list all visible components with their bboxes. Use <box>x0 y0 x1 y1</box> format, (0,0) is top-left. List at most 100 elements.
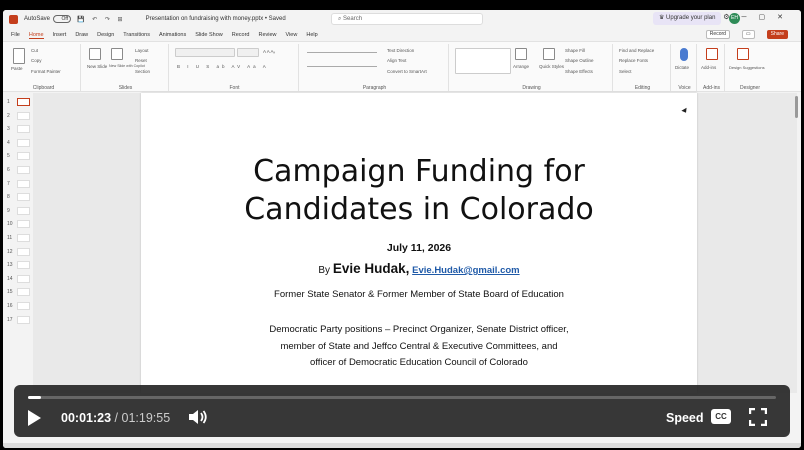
slide-thumbnail[interactable]: 3 <box>7 124 31 136</box>
upgrade-plan-button[interactable]: ♛ Upgrade your plan <box>653 12 722 25</box>
dictate-button[interactable]: Dictate <box>675 65 689 70</box>
slide-thumbnail[interactable]: 2 <box>7 111 31 123</box>
slide-thumbnail[interactable]: 13 <box>7 260 31 272</box>
font-name-select[interactable] <box>175 48 235 57</box>
tab-slide-show[interactable]: Slide Show <box>195 32 223 38</box>
text-direction-button[interactable]: Text Direction <box>387 48 414 53</box>
design-suggestions-button[interactable]: Design Suggestions <box>729 65 765 70</box>
slide-number: 3 <box>7 126 10 133</box>
list-buttons[interactable] <box>307 52 377 53</box>
slide-thumbnail-panel: 1 2 3 4 5 6 7 8 9 10 11 12 13 14 15 16 17 <box>3 93 33 393</box>
tab-file[interactable]: File <box>11 32 20 38</box>
slide-thumbnail[interactable]: 14 <box>7 274 31 286</box>
slide-thumbnail[interactable]: 1 <box>7 97 31 109</box>
addins-icon[interactable] <box>706 48 718 60</box>
vertical-scrollbar[interactable] <box>795 96 798 118</box>
tab-home[interactable]: Home <box>28 32 44 39</box>
shape-fill-button[interactable]: Shape Fill <box>565 48 585 53</box>
slide-title[interactable]: Campaign Funding for Candidates in Color… <box>141 153 697 229</box>
copilot-slide-icon[interactable] <box>111 48 123 60</box>
cut-button[interactable]: Cut <box>31 48 38 53</box>
slide-thumbnail[interactable]: 6 <box>7 165 31 177</box>
slide-thumbnail[interactable]: 7 <box>7 179 31 191</box>
author-description[interactable]: Democratic Party positions – Precinct Or… <box>141 322 697 372</box>
autosave-toggle[interactable]: Off <box>53 15 72 23</box>
align-buttons[interactable] <box>307 66 377 67</box>
tab-review[interactable]: Review <box>258 32 276 38</box>
tab-insert[interactable]: Insert <box>53 32 67 38</box>
tab-record[interactable]: Record <box>232 32 250 38</box>
arrange-icon[interactable] <box>515 48 527 60</box>
search-placeholder: Search <box>343 16 363 22</box>
slide-thumbnail[interactable]: 16 <box>7 301 31 313</box>
tab-design[interactable]: Design <box>97 32 114 38</box>
current-time: 00:01:23 <box>61 411 112 425</box>
paragraph-group: Text Direction Align Text Convert to Sma… <box>301 44 449 91</box>
slide-thumbnail[interactable]: 10 <box>7 219 31 231</box>
addins-button[interactable]: Add-ins <box>701 65 716 70</box>
record-button[interactable]: Record <box>705 30 730 39</box>
progress-bar[interactable] <box>28 396 776 399</box>
slide-thumbnail[interactable]: 11 <box>7 233 31 245</box>
new-slide-copilot-button[interactable]: New Slide with Copilot <box>109 64 145 68</box>
new-slide-button[interactable]: New Slide <box>87 64 107 69</box>
speed-button[interactable]: Speed <box>666 411 704 425</box>
slide-number: 17 <box>7 316 13 323</box>
slide-preview <box>17 315 30 324</box>
find-replace-button[interactable]: Find and Replace <box>619 48 654 53</box>
volume-icon[interactable] <box>188 409 208 425</box>
section-button[interactable]: Section <box>135 69 150 74</box>
play-icon[interactable] <box>28 410 41 426</box>
new-slide-icon[interactable] <box>89 48 101 60</box>
format-painter-button[interactable]: Format Painter <box>31 69 61 74</box>
quick-styles-button[interactable]: Quick Styles <box>539 64 564 69</box>
replace-fonts-button[interactable]: Replace Fonts <box>619 58 648 63</box>
comments-button[interactable]: ▭ <box>741 30 755 39</box>
smartart-button[interactable]: Convert to SmartArt <box>387 69 427 74</box>
video-player-controls: 00:01:23 / 01:19:55 Speed CC <box>14 385 790 437</box>
fullscreen-icon[interactable] <box>749 408 767 426</box>
arrange-button[interactable]: Arrange <box>513 64 529 69</box>
paste-icon[interactable] <box>13 48 25 64</box>
quick-access-icons[interactable]: 💾 ↶ ↷ ⊞ <box>77 16 126 23</box>
slide-thumbnail[interactable]: 8 <box>7 192 31 204</box>
search-input[interactable]: ⌕ Search <box>331 13 483 25</box>
slide-thumbnail[interactable]: 12 <box>7 247 31 259</box>
share-button[interactable]: Share <box>766 30 788 39</box>
slide-thumbnail[interactable]: 5 <box>7 151 31 163</box>
select-button[interactable]: Select <box>619 69 632 74</box>
window-controls[interactable]: ⚙─▢✕ <box>723 13 795 21</box>
tab-transitions[interactable]: Transitions <box>123 32 150 38</box>
paste-label[interactable]: Paste <box>11 66 23 71</box>
slide-thumbnail[interactable]: 17 <box>7 315 31 327</box>
designer-icon[interactable] <box>737 48 749 60</box>
slide-date[interactable]: July 11, 2026 <box>141 242 697 254</box>
shape-outline-button[interactable]: Shape Outline <box>565 58 594 63</box>
tab-view[interactable]: View <box>286 32 298 38</box>
tab-help[interactable]: Help <box>306 32 317 38</box>
microphone-icon[interactable] <box>680 48 688 61</box>
font-size-buttons[interactable]: A A Aₓ <box>263 49 275 54</box>
author-role[interactable]: Former State Senator & Former Member of … <box>141 289 697 300</box>
shapes-gallery[interactable] <box>455 48 511 74</box>
layout-button[interactable]: Layout <box>135 48 149 53</box>
slide-thumbnail[interactable]: 9 <box>7 206 31 218</box>
document-title[interactable]: Presentation on fundraising with money.p… <box>146 16 286 22</box>
font-size-select[interactable] <box>237 48 259 57</box>
captions-button[interactable]: CC <box>711 409 731 424</box>
current-slide[interactable]: Campaign Funding for Candidates in Color… <box>141 93 697 393</box>
reset-button[interactable]: Reset <box>135 58 147 63</box>
font-style-buttons[interactable]: B I U S ab AV Aa A <box>177 64 269 69</box>
slide-thumbnail[interactable]: 15 <box>7 287 31 299</box>
quick-styles-icon[interactable] <box>543 48 555 60</box>
tab-draw[interactable]: Draw <box>75 32 88 38</box>
slide-thumbnail[interactable]: 4 <box>7 138 31 150</box>
font-group-label: Font <box>229 85 240 91</box>
author-email-link[interactable]: Evie.Hudak@gmail.com <box>412 265 519 276</box>
slide-byline[interactable]: By Evie Hudak, Evie.Hudak@gmail.com <box>141 261 697 276</box>
slide-preview <box>17 125 30 134</box>
shape-effects-button[interactable]: Shape Effects <box>565 69 593 74</box>
tab-animations[interactable]: Animations <box>159 32 186 38</box>
align-text-button[interactable]: Align Text <box>387 58 406 63</box>
copy-button[interactable]: Copy <box>31 58 42 63</box>
